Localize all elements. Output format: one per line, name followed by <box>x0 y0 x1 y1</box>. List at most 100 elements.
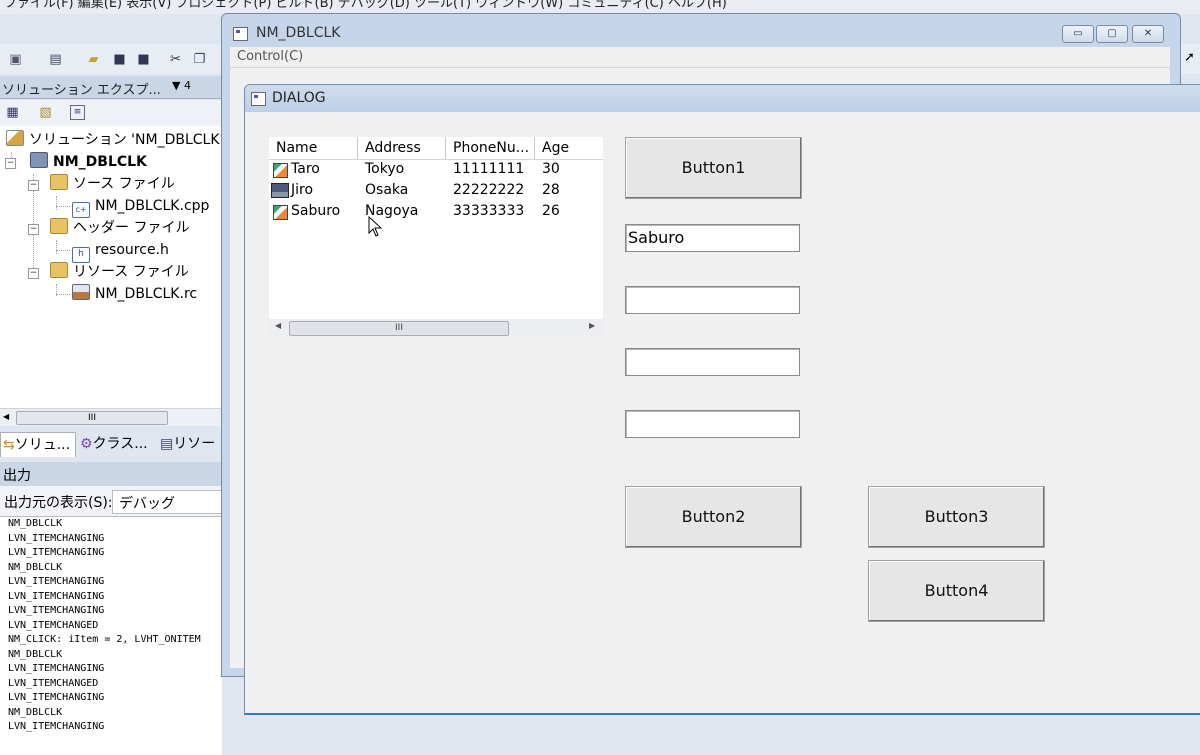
tree-source-folder-label: ソース ファイル <box>73 176 175 192</box>
tree-resource-file[interactable]: NM_DBLCLK.rc <box>72 284 197 304</box>
cpp-file-icon: c+ <box>72 202 90 218</box>
tree-source-file[interactable]: c+ NM_DBLCLK.cpp <box>72 196 210 218</box>
solution-icon <box>6 130 24 146</box>
scroll-left-icon[interactable]: ◀ <box>275 321 281 330</box>
ide-toolbar-right: ➚ <box>1180 44 1200 74</box>
folder-icon <box>50 218 68 234</box>
computer-icon <box>271 183 289 198</box>
output-source-bar: 出力元の表示(S): デバッグ <box>0 486 223 516</box>
tab-solution[interactable]: ⇆ソリュ... <box>0 432 76 457</box>
window-icon <box>233 27 248 41</box>
save-all-icon[interactable]: ■ <box>136 52 151 67</box>
listview[interactable]: Name Address PhoneNu... Age Taro Tokyo 1… <box>269 137 603 336</box>
tab-resource-label: リソー <box>173 436 216 452</box>
folder-icon <box>50 174 68 190</box>
collapse-toggle-icon[interactable]: − <box>28 180 39 191</box>
tree-header-file-label: resource.h <box>95 242 169 258</box>
log-line: NM_CLICK: iItem = 2, LVHT_ONITEM <box>8 634 201 645</box>
edit-field-3[interactable] <box>625 348 800 376</box>
maximize-button[interactable]: ▢ <box>1096 25 1128 43</box>
log-line: NM_DBLCLK <box>8 561 63 573</box>
button4[interactable]: Button4 <box>868 560 1045 622</box>
mouse-cursor-icon <box>368 216 383 237</box>
tree-project[interactable]: NM_DBLCLK <box>30 152 147 172</box>
solution-tree: ソリューション 'NM_DBLCLK' − NM_DBLCLK − ソース ファ… <box>0 126 223 408</box>
solution-explorer-toolbar: ▦ ▧ ≡ <box>0 100 222 126</box>
log-line: LVN_ITEMCHANGING <box>8 590 105 602</box>
collapse-toggle-icon[interactable]: − <box>5 158 16 169</box>
open-folder-icon[interactable]: ▰ <box>86 52 101 67</box>
edit-field-1[interactable]: Saburo <box>625 224 800 252</box>
cell-address: Osaka <box>365 182 409 198</box>
menu-control[interactable]: Control(C) <box>237 49 303 64</box>
new-project-icon[interactable]: ▣ <box>8 52 23 67</box>
output-log[interactable]: NM_DBLCLK LVN_ITEMCHANGING LVN_ITEMCHANGIN… <box>0 516 222 755</box>
copy-icon[interactable]: ❐ <box>192 52 207 67</box>
scroll-right-icon[interactable]: ▶ <box>589 321 595 330</box>
solution-explorer-hscrollbar[interactable]: ◀ III <box>0 408 222 426</box>
solution-explorer-tabs: ⇆ソリュ... ⚙クラス... ▤リソー <box>0 430 222 458</box>
save-icon[interactable]: ■ <box>112 52 127 67</box>
listview-hscrollbar[interactable]: ◀ III ▶ <box>269 319 603 336</box>
log-line: LVN_ITEMCHANGING <box>8 576 105 587</box>
solution-explorer-title: ソリューション エクスプ... ▼ 4 <box>0 76 222 99</box>
log-line: LVN_ITEMCHANGING <box>8 721 105 732</box>
output-source-select[interactable]: デバッグ <box>112 490 223 514</box>
cell-age: 28 <box>542 182 560 198</box>
tree-solution[interactable]: ソリューション 'NM_DBLCLK' <box>6 130 223 150</box>
folder-icon <box>50 262 68 278</box>
listview-scroll-thumb[interactable]: III <box>289 321 509 336</box>
log-line: NM_DBLCLK <box>8 518 63 529</box>
show-all-files-icon[interactable]: ▧ <box>38 105 53 120</box>
tree-header-file[interactable]: h resource.h <box>72 240 169 263</box>
log-line: LVN_ITEMCHANGING <box>8 663 105 674</box>
tree-header-folder[interactable]: ヘッダー ファイル <box>50 218 189 238</box>
edit-field-2[interactable] <box>625 286 800 314</box>
tree-source-folder[interactable]: ソース ファイル <box>50 174 175 194</box>
cell-phone: 33333333 <box>453 203 525 219</box>
output-source-value: デバッグ <box>119 496 175 512</box>
class-tab-icon: ⚙ <box>80 436 93 452</box>
tree-source-file-label: NM_DBLCLK.cpp <box>95 198 210 214</box>
listview-header: Name Address PhoneNu... Age <box>269 137 603 160</box>
log-line: LVN_ITEMCHANGING <box>8 532 105 544</box>
scroll-left-icon[interactable]: ◀ <box>3 412 9 421</box>
pencil-icon <box>273 205 288 220</box>
column-header-phone[interactable]: PhoneNu... <box>446 137 535 159</box>
tree-solution-label: ソリューション 'NM_DBLCLK' <box>29 132 224 148</box>
button2[interactable]: Button2 <box>625 486 802 548</box>
properties-icon[interactable]: ▦ <box>5 105 20 120</box>
dialog-title: DIALOG <box>272 90 326 106</box>
log-line: LVN_ITEMCHANGING <box>8 692 105 703</box>
view-code-icon[interactable]: ≡ <box>70 105 85 120</box>
add-item-icon[interactable]: ▤ <box>48 52 63 67</box>
tab-solution-label: ソリュ... <box>14 437 71 453</box>
minimize-button[interactable]: ▭ <box>1062 25 1094 43</box>
column-header-age[interactable]: Age <box>535 137 603 159</box>
tab-resource[interactable]: ▤リソー <box>158 432 224 456</box>
pointer-icon[interactable]: ➚ <box>1184 50 1195 65</box>
column-header-address[interactable]: Address <box>358 137 446 159</box>
project-icon <box>30 152 48 168</box>
tab-class[interactable]: ⚙クラス... <box>78 432 158 456</box>
log-line: LVN_ITEMCHANGING <box>8 605 105 616</box>
cell-name: Saburo <box>291 203 341 219</box>
resource-file-icon <box>72 284 90 300</box>
solution-explorer-title-text: ソリューション エクスプ... <box>2 83 161 98</box>
button1[interactable]: Button1 <box>625 137 802 199</box>
scroll-thumb[interactable]: III <box>16 411 168 425</box>
pin-icon[interactable]: ▼ 4 <box>172 79 191 92</box>
collapse-toggle-icon[interactable]: − <box>28 224 39 235</box>
close-button[interactable]: ✕ <box>1132 25 1164 43</box>
button3[interactable]: Button3 <box>868 486 1045 548</box>
header-file-icon: h <box>72 247 90 263</box>
cut-icon[interactable]: ✂ <box>168 52 183 67</box>
pencil-icon <box>273 163 288 178</box>
edit-field-4[interactable] <box>625 410 800 438</box>
tree-header-folder-label: ヘッダー ファイル <box>73 220 190 236</box>
tree-resource-folder[interactable]: リソース ファイル <box>50 262 189 282</box>
column-header-name[interactable]: Name <box>269 137 358 159</box>
collapse-toggle-icon[interactable]: − <box>28 268 39 279</box>
dialog-window: DIALOG Name Address PhoneNu... Age Taro … <box>244 84 1200 715</box>
tree-project-label: NM_DBLCLK <box>53 154 147 170</box>
